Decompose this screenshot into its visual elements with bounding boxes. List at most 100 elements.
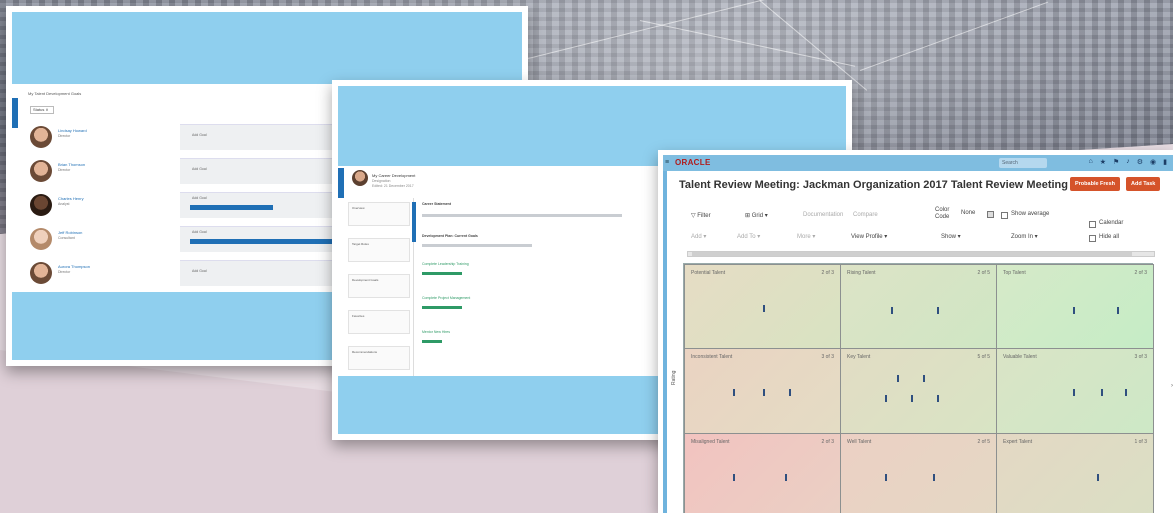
employee-marker[interactable] [1117,307,1119,314]
employee-marker[interactable] [1125,389,1127,396]
employee-marker[interactable] [933,474,935,481]
employee-marker[interactable] [785,474,787,481]
grid-cell[interactable]: Misaligned Talent 2 of 3 [684,433,841,513]
cell-count: 2 of 5 [977,270,990,276]
add-task-button[interactable]: Add Task [1126,177,1161,191]
goal-status [422,340,442,343]
grid-icon: ⊞ [745,213,752,219]
cell-title: Expert Talent [1003,439,1033,445]
section-development-goals[interactable]: Development Goals [348,274,410,298]
page-title: My Talent Development Goals [28,91,82,96]
goal-link[interactable]: Mentor New Hires [422,330,450,334]
person-name[interactable]: Charles Henry [58,196,84,201]
employee-marker[interactable] [1073,307,1075,314]
employee-marker[interactable] [891,307,893,314]
hide-all-label: Hide all [1099,234,1120,240]
filter-button[interactable]: ▽ Filter [691,212,711,219]
employee-marker[interactable] [733,389,735,396]
text-line [422,214,622,217]
add-goal-link[interactable]: Add Goal [192,269,207,273]
employee-marker[interactable] [763,305,765,312]
employee-marker[interactable] [1097,474,1099,481]
goal-link[interactable]: Complete Leadership Training [422,262,469,266]
calendar-checkbox[interactable] [1089,221,1096,228]
search-input[interactable]: Search [999,158,1047,168]
person-role: Analyst [58,202,70,206]
add-goal-link[interactable]: Add Goal [192,196,207,200]
help-icon[interactable]: ◉ [1150,158,1156,166]
person-role: Director [58,270,71,274]
menu-icon[interactable]: ≡ [665,159,669,166]
grid-cell[interactable]: Valuable Talent 3 of 3 [996,348,1154,434]
grid-cell[interactable]: Expert Talent 1 of 3 [996,433,1154,513]
employee-marker[interactable] [923,375,925,382]
employee-marker[interactable] [789,389,791,396]
primary-action-button[interactable]: Probable Fresh [1070,177,1121,191]
employee-marker[interactable] [897,375,899,382]
grid-cell[interactable]: Top Talent 2 of 3 [996,264,1154,349]
horizontal-scrollbar[interactable] [687,251,1155,257]
person-role: Director [58,168,71,172]
goal-progress-bar [190,205,273,210]
person-name[interactable]: Jeff Robinson [58,230,82,235]
add-to-button[interactable]: Add To ▾ [737,233,760,240]
more-button[interactable]: More ▾ [797,233,815,240]
add-goal-link[interactable]: Add Goal [192,167,207,171]
person-name[interactable]: Lindsay Howard [58,128,87,133]
grid-cell[interactable]: Potential Talent 2 of 3 [684,264,841,349]
home-icon[interactable]: ⌂ [1088,158,1092,166]
cell-title: Valuable Talent [1003,354,1037,360]
employee-marker[interactable] [937,395,939,402]
show-average-checkbox[interactable] [1001,212,1008,219]
hide-all-checkbox[interactable] [1089,235,1096,242]
add-goal-link[interactable]: Add Goal [192,133,207,137]
person-role: Consultant [58,236,75,240]
show-button[interactable]: Show ▾ [941,233,961,240]
section-overview[interactable]: Overview [348,202,410,226]
user-icon[interactable]: ▮ [1163,158,1167,166]
employee-marker[interactable] [733,474,735,481]
section-recommendations[interactable]: Recommendations [348,346,410,370]
settings-icon[interactable]: ⚙ [1137,158,1143,166]
employee-marker[interactable] [1073,389,1075,396]
screenshot-talent-review: ≡ ORACLE Search ⌂ ★ ⚑ ♪ ⚙ ◉ ▮ Talent Rev… [658,150,1173,513]
grid-cell[interactable]: Rising Talent 2 of 5 [840,264,997,349]
color-code-dropdown-icon[interactable] [987,211,994,218]
section-target-roles[interactable]: Target Roles [348,238,410,262]
person-name[interactable]: Brian Thomson [58,162,85,167]
grid-cell[interactable]: Key Talent 5 of 5 [840,348,997,434]
grid-cell[interactable]: Inconsistent Talent 3 of 3 [684,348,841,434]
person-name[interactable]: Aurora Thompson [58,264,90,269]
employee-marker[interactable] [763,389,765,396]
add-goal-link[interactable]: Add Goal [192,230,207,234]
grid-cell[interactable]: Well Talent 2 of 5 [840,433,997,513]
star-icon[interactable]: ★ [1100,158,1106,166]
documentation-button[interactable]: Documentation [803,212,843,218]
flag-icon[interactable]: ⚑ [1113,158,1119,166]
view-profile-button[interactable]: View Profile ▾ [851,233,887,240]
employee-marker[interactable] [911,395,913,402]
side-nav-tab[interactable] [338,168,344,198]
employee-marker[interactable] [937,307,939,314]
employee-marker[interactable] [885,474,887,481]
employee-marker[interactable] [885,395,887,402]
compare-button[interactable]: Compare [853,212,878,218]
cell-count: 2 of 5 [977,439,990,445]
section-favorites[interactable]: Favorites [348,310,410,334]
grid-button[interactable]: ⊞ Grid ▾ [745,212,768,219]
filter-row[interactable] [422,244,532,247]
employee-marker[interactable] [1101,389,1103,396]
avatar [30,262,52,284]
cell-title: Well Talent [847,439,872,445]
color-code-select[interactable]: None [961,210,983,216]
side-nav-tab[interactable] [12,98,18,128]
scroll-thumb[interactable] [692,252,1132,256]
notifications-icon[interactable]: ♪ [1126,158,1130,166]
person-role: Director [58,134,71,138]
page-title: Talent Review Meeting: Jackman Organizat… [679,179,1068,191]
status-filter[interactable]: Status ∨ [30,106,54,114]
add-button[interactable]: Add ▾ [691,233,706,240]
goal-progress-bar [190,239,355,244]
zoom-button[interactable]: Zoom In ▾ [1011,233,1038,240]
goal-link[interactable]: Complete Project Management [422,296,470,300]
